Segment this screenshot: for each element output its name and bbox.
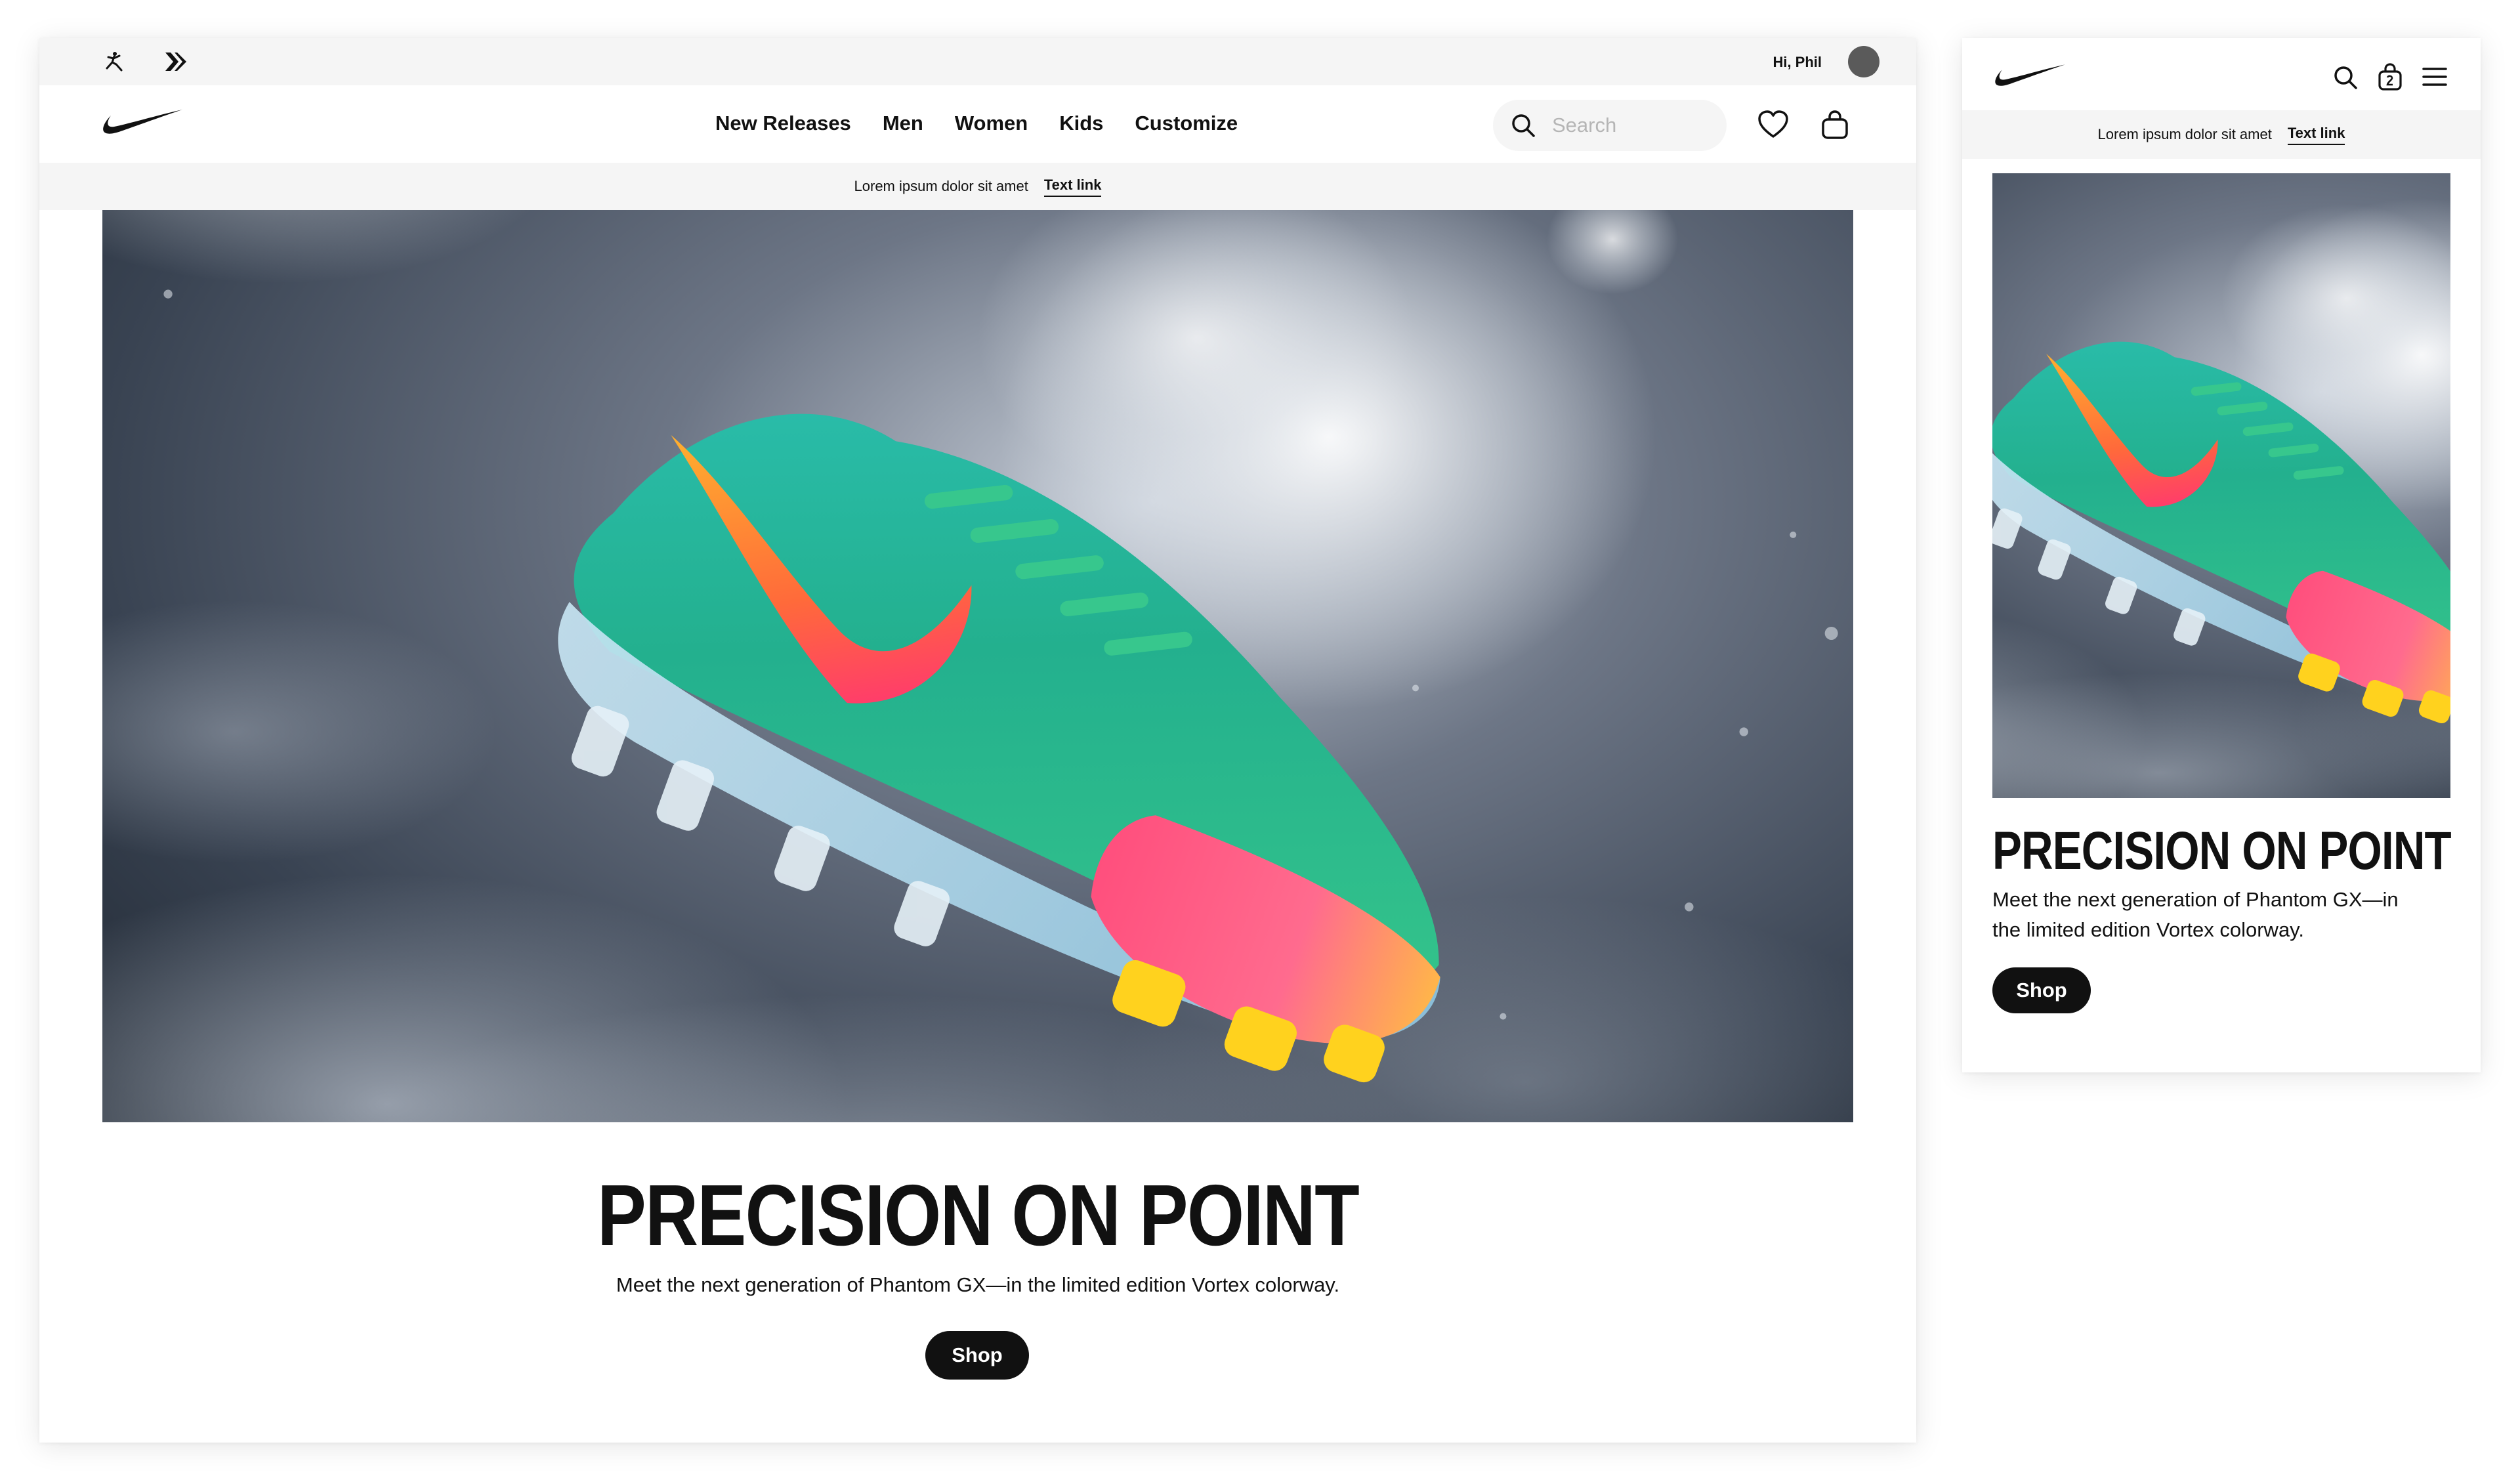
mobile-nav: [1962, 38, 2481, 110]
search-box[interactable]: [1493, 100, 1727, 151]
bag-icon[interactable]: [2377, 63, 2403, 91]
greeting-text[interactable]: Hi, Phil: [1773, 54, 1822, 71]
nav-new-releases[interactable]: New Releases: [715, 112, 851, 135]
promo-text: Lorem ipsum dolor sit amet: [2097, 126, 2272, 142]
shop-button[interactable]: Shop: [925, 1331, 1029, 1380]
hero-image[interactable]: [1992, 173, 2450, 798]
hero-subcopy: Meet the next generation of Phantom GX—i…: [1992, 888, 2399, 941]
hero-headline: PRECISION ON POINT: [1992, 821, 2452, 881]
search-icon[interactable]: [2332, 64, 2359, 91]
search-icon[interactable]: [1510, 112, 1536, 138]
promo-banner: Lorem ipsum dolor sit amet Text link: [39, 163, 1916, 210]
hero-image[interactable]: [102, 210, 1853, 1122]
jordan-jumpman-icon[interactable]: [102, 50, 126, 74]
shop-button[interactable]: Shop: [1992, 967, 2091, 1013]
favorites-heart-icon[interactable]: [1757, 110, 1789, 139]
hero-headline: PRECISION ON POINT: [597, 1167, 1360, 1263]
promo-text-link[interactable]: Text link: [1043, 177, 1102, 197]
nav-kids[interactable]: Kids: [1059, 112, 1103, 135]
nike-swoosh-logo[interactable]: [1991, 62, 2068, 91]
nav-men[interactable]: Men: [883, 112, 923, 135]
promo-banner: Lorem ipsum dolor sit amet Text link: [1962, 110, 2481, 159]
promo-text: Lorem ipsum dolor sit amet: [854, 178, 1028, 194]
primary-nav: New Releases Men Women Kids Customize: [715, 112, 1238, 135]
mobile-page: Lorem ipsum dolor sit amet Text link PRE…: [1962, 38, 2481, 1072]
nav-customize[interactable]: Customize: [1135, 112, 1238, 135]
converse-icon[interactable]: [164, 50, 188, 74]
nike-swoosh-logo[interactable]: [100, 106, 185, 139]
hero-subcopy: Meet the next generation of Phantom GX—i…: [616, 1273, 1340, 1296]
nav-women[interactable]: Women: [955, 112, 1028, 135]
utility-bar: Hi, Phil: [39, 38, 1916, 85]
promo-text-link[interactable]: Text link: [2287, 125, 2345, 145]
soccer-cleat-image: [102, 210, 1853, 1122]
avatar[interactable]: [1848, 46, 1880, 77]
main-nav: New Releases Men Women Kids Customize: [39, 85, 1916, 163]
bag-icon[interactable]: [1820, 110, 1849, 139]
search-input[interactable]: [1551, 113, 1711, 138]
desktop-page: Hi, Phil New Releases Men Women Kids Cus…: [39, 38, 1916, 1443]
menu-hamburger-icon[interactable]: [2422, 66, 2448, 88]
soccer-cleat-image: [1992, 173, 2450, 798]
